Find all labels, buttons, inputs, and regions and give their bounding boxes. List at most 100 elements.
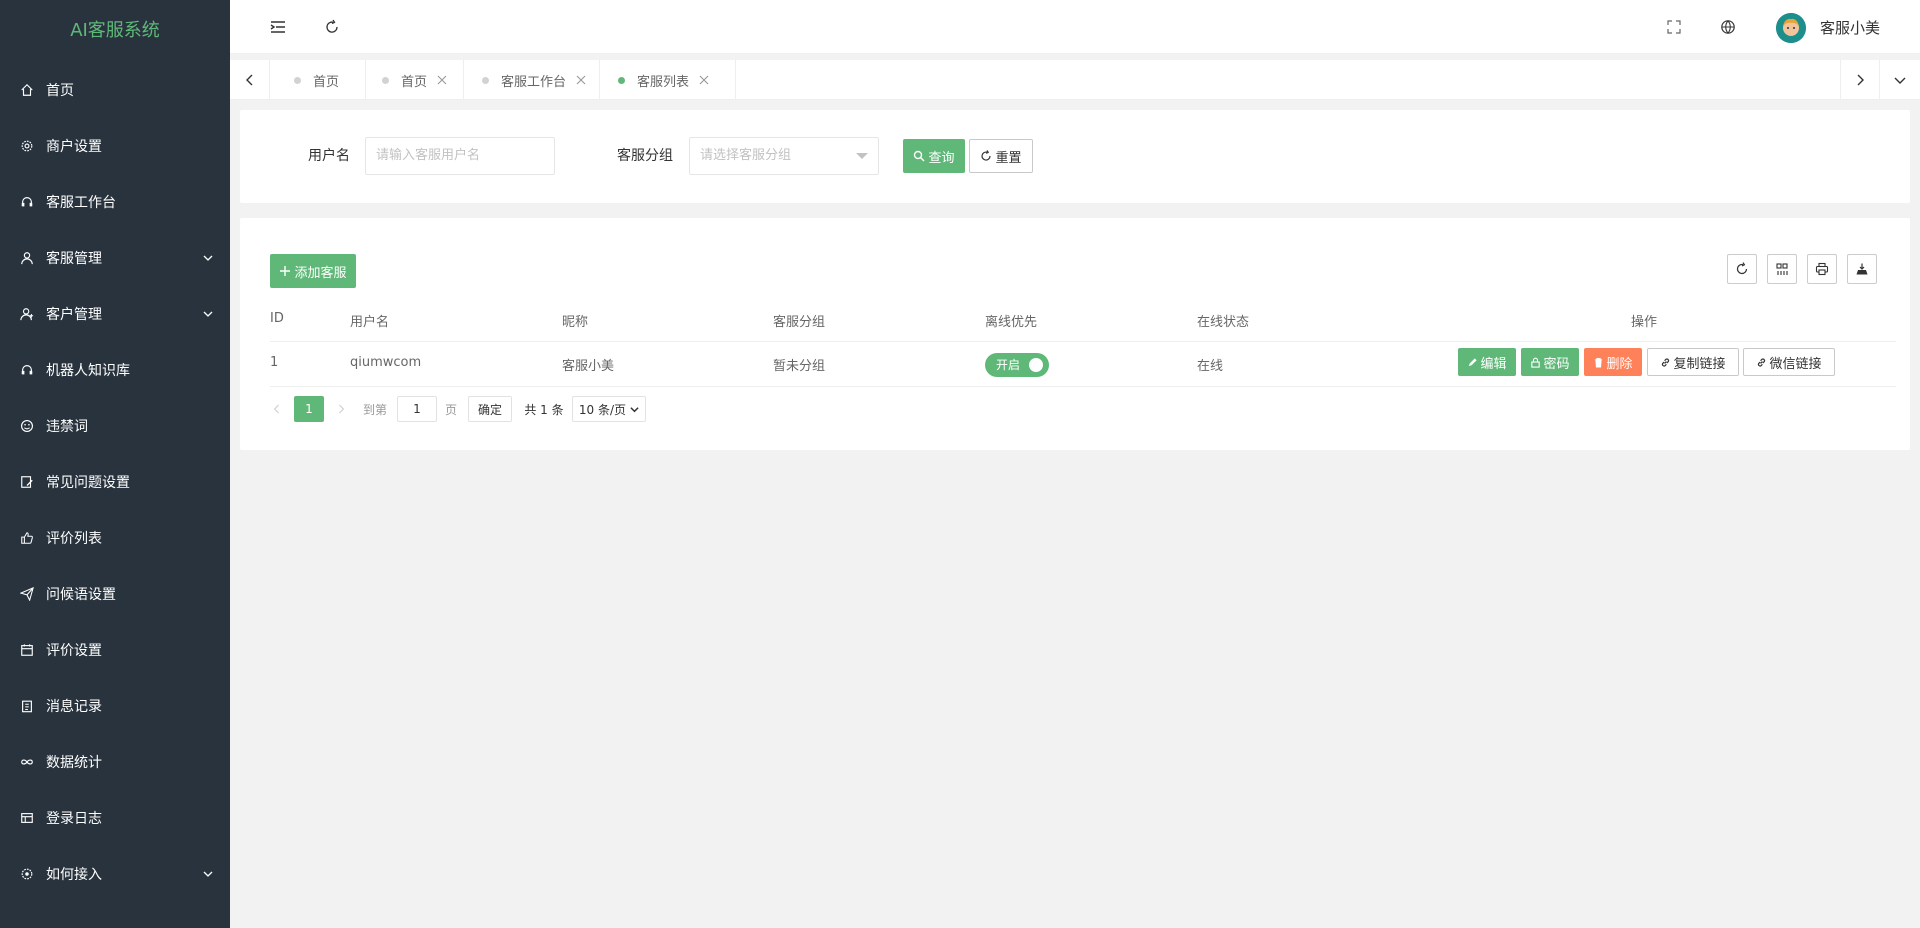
tab-label: 首页 xyxy=(401,74,428,90)
table-icon xyxy=(20,811,34,825)
gear-icon xyxy=(20,139,34,153)
sidebar-item-message-records[interactable]: 消息记录 xyxy=(0,678,230,734)
users-icon xyxy=(20,307,34,321)
edit-button[interactable]: 编辑 xyxy=(1458,348,1516,376)
edit-doc-icon xyxy=(20,475,34,489)
page-current[interactable]: 1 xyxy=(294,396,324,422)
page-next-icon[interactable] xyxy=(334,396,348,422)
delete-label: 删除 xyxy=(1606,356,1633,372)
page-size-label: 10 条/页 xyxy=(578,402,627,417)
group-select[interactable]: 请选择客服分组 xyxy=(689,137,879,175)
toggle-knob xyxy=(1029,358,1043,372)
sidebar-item-login-logs[interactable]: 登录日志 xyxy=(0,790,230,846)
sidebar-menu: 首页 商户设置 客服工作台 客服管理 客户管理 机器人知识库 违禁词 常见问题设… xyxy=(0,62,230,902)
goto-confirm-button[interactable]: 确定 xyxy=(468,396,512,422)
link-icon xyxy=(1662,357,1670,367)
page-prev-icon[interactable] xyxy=(270,396,284,422)
column-header-group: 客服分组 xyxy=(773,315,826,330)
close-icon[interactable] xyxy=(576,75,586,85)
caret-down-icon xyxy=(856,153,868,159)
sidebar-item-how-to-integrate[interactable]: 如何接入 xyxy=(0,846,230,902)
table-refresh-icon[interactable] xyxy=(1727,254,1757,284)
tab-prev-icon[interactable] xyxy=(230,60,270,100)
column-header-actions: 操作 xyxy=(1631,315,1658,330)
sidebar-item-review-settings[interactable]: 评价设置 xyxy=(0,622,230,678)
tab-bar: 首页 首页 客服工作台 客服列表 xyxy=(230,60,1920,100)
sidebar-item-label: 常见问题设置 xyxy=(46,475,130,491)
column-header-offline-first: 离线优先 xyxy=(985,315,1038,330)
export-icon[interactable] xyxy=(1847,254,1877,284)
tab-workbench[interactable]: 客服工作台 xyxy=(464,60,600,100)
avatar[interactable] xyxy=(1776,13,1806,43)
query-button-label: 查询 xyxy=(928,150,955,166)
password-button[interactable]: 密码 xyxy=(1521,348,1579,376)
tab-home[interactable]: 首页 xyxy=(366,60,464,100)
tab-dot xyxy=(618,76,625,84)
tab-agent-list[interactable]: 客服列表 xyxy=(600,60,736,100)
sidebar-item-statistics[interactable]: 数据统计 xyxy=(0,734,230,790)
table-row-divider xyxy=(270,386,1896,387)
query-button[interactable]: 查询 xyxy=(903,139,965,173)
wechat-link-button[interactable]: 微信链接 xyxy=(1743,348,1835,376)
tab-menu-chevron-down-icon[interactable] xyxy=(1880,60,1920,100)
cell-id: 1 xyxy=(270,355,279,370)
refresh-icon[interactable] xyxy=(322,17,342,37)
current-username[interactable]: 客服小美 xyxy=(1820,17,1880,38)
sidebar-item-agent-management[interactable]: 客服管理 xyxy=(0,230,230,286)
reset-button[interactable]: 重置 xyxy=(969,139,1033,173)
close-icon[interactable] xyxy=(437,75,447,85)
tab-home-fixed[interactable]: 首页 xyxy=(270,60,366,100)
sidebar-item-faq-settings[interactable]: 常见问题设置 xyxy=(0,454,230,510)
sidebar-item-label: 客服管理 xyxy=(46,251,102,267)
add-agent-label: 添加客服 xyxy=(294,265,347,281)
trash-icon xyxy=(1595,357,1603,367)
sidebar-item-home[interactable]: 首页 xyxy=(0,62,230,118)
top-header: 客服小美 xyxy=(230,0,1920,54)
copy-link-button[interactable]: 复制链接 xyxy=(1647,348,1739,376)
sidebar-item-workbench[interactable]: 客服工作台 xyxy=(0,174,230,230)
sidebar-item-label: 评价设置 xyxy=(46,643,102,659)
username-search-input[interactable]: 请输入客服用户名 xyxy=(365,137,555,175)
tab-next-icon[interactable] xyxy=(1840,60,1880,100)
thumb-icon xyxy=(20,531,34,545)
tab-dot xyxy=(482,76,489,84)
goto-page-input[interactable]: 1 xyxy=(397,396,437,422)
add-agent-button[interactable]: 添加客服 xyxy=(270,254,356,288)
goto-suffix: 页 xyxy=(444,402,457,417)
sidebar-item-label: 问候语设置 xyxy=(46,587,116,603)
column-header-username: 用户名 xyxy=(350,315,390,330)
sidebar-item-robot-knowledge[interactable]: 机器人知识库 xyxy=(0,342,230,398)
link-icon xyxy=(1758,357,1766,367)
toggle-label: 开启 xyxy=(996,358,1021,372)
delete-button[interactable]: 删除 xyxy=(1584,348,1642,376)
fullscreen-icon[interactable] xyxy=(1664,17,1684,37)
menu-toggle-icon[interactable] xyxy=(268,17,288,37)
print-icon[interactable] xyxy=(1807,254,1837,284)
column-filter-icon[interactable] xyxy=(1767,254,1797,284)
headset-icon xyxy=(20,195,34,209)
column-header-nickname: 昵称 xyxy=(562,315,589,330)
sidebar-item-merchant-settings[interactable]: 商户设置 xyxy=(0,118,230,174)
sidebar-item-banned-words[interactable]: 违禁词 xyxy=(0,398,230,454)
close-icon[interactable] xyxy=(699,75,709,85)
sidebar-item-label: 客服工作台 xyxy=(46,195,116,211)
page-size-select[interactable]: 10 条/页 xyxy=(572,396,646,422)
search-form: 用户名 请输入客服用户名 客服分组 请选择客服分组 查询 重置 xyxy=(240,110,1910,203)
sidebar-item-greeting-settings[interactable]: 问候语设置 xyxy=(0,566,230,622)
sidebar-item-review-list[interactable]: 评价列表 xyxy=(0,510,230,566)
offline-first-toggle[interactable]: 开启 xyxy=(985,353,1049,377)
tab-dot xyxy=(382,76,389,84)
sidebar-item-label: 商户设置 xyxy=(46,139,102,155)
sidebar-item-customer-management[interactable]: 客户管理 xyxy=(0,286,230,342)
sidebar-item-label: 评价列表 xyxy=(46,531,102,547)
app-logo-title: AI客服系统 xyxy=(70,20,160,41)
pencil-icon xyxy=(1469,357,1478,366)
edit-label: 编辑 xyxy=(1480,356,1507,372)
globe-icon[interactable] xyxy=(1718,17,1738,37)
copy-link-label: 复制链接 xyxy=(1673,356,1726,372)
calendar-icon xyxy=(20,643,34,657)
send-icon xyxy=(20,587,34,601)
reset-button-label: 重置 xyxy=(995,150,1022,166)
sidebar: AI客服系统 首页 商户设置 客服工作台 客服管理 客户管理 机器人知识库 违禁… xyxy=(0,0,230,928)
cell-username: qiumwcom xyxy=(350,355,422,370)
